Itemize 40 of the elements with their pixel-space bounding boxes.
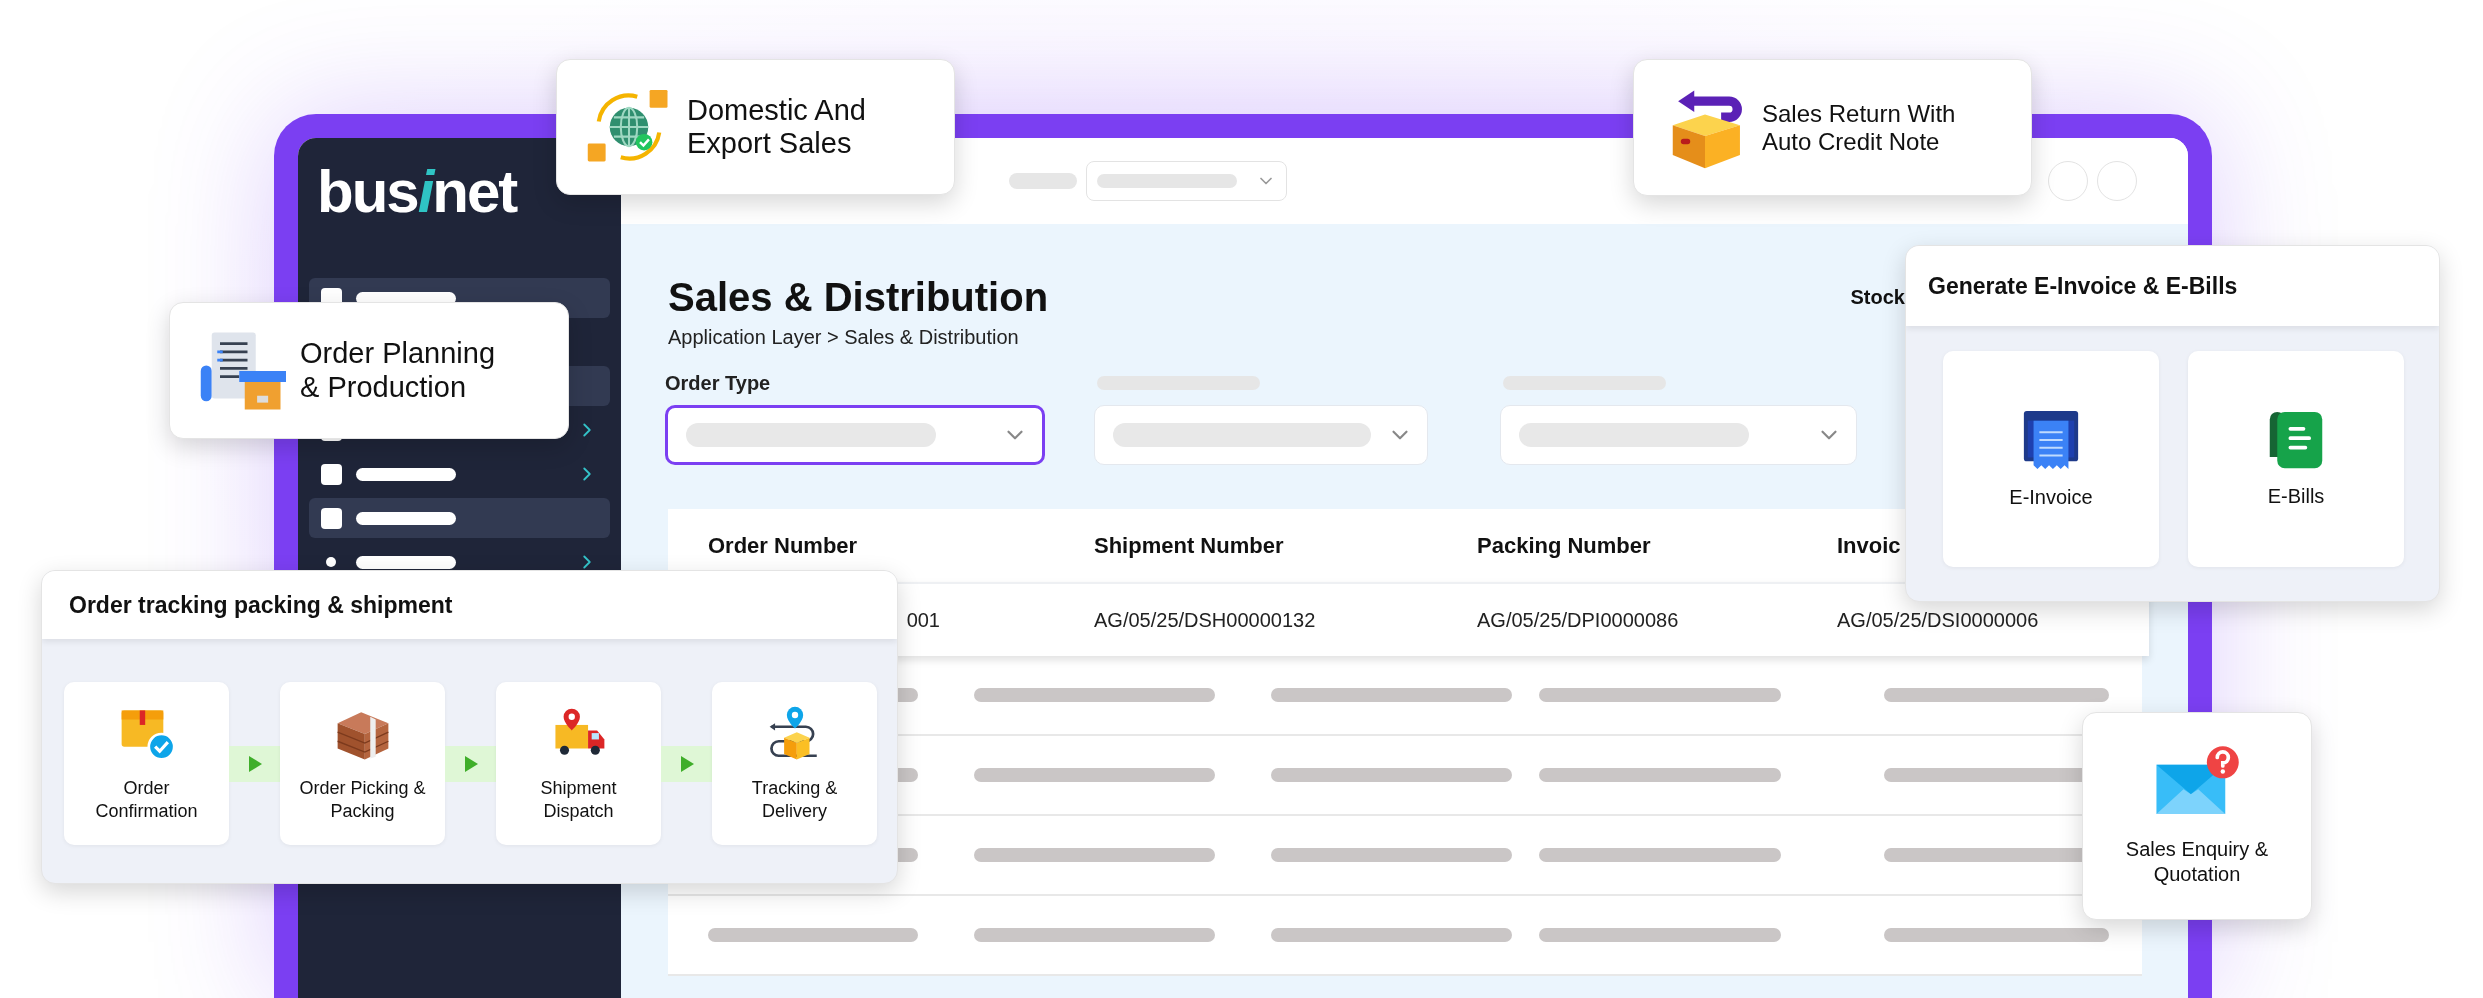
step-label: Shipment Dispatch — [540, 777, 617, 822]
table-cell-text: 001 — [905, 608, 941, 632]
stock-label: Stock — [1850, 286, 1905, 309]
step-connector — [445, 745, 496, 782]
table-cell-text: AG/05/25/DPI0000086 — [1477, 608, 1680, 632]
feature-title: Order Planning & Production — [300, 337, 496, 404]
table-cell-text: AG/05/25/DSH00000132 — [1094, 608, 1317, 632]
step-tile[interactable]: Order Confirmation — [64, 682, 229, 845]
option-label: E-Bills — [2267, 483, 2325, 509]
column-header: Shipment Number — [1094, 532, 1285, 559]
square-icon — [321, 507, 342, 529]
step-connector — [229, 745, 280, 782]
step-tile[interactable]: Tracking & Delivery — [712, 682, 877, 845]
feature-title: Sales Enquiry & Quotation — [2125, 837, 2269, 887]
feature-title: Sales Return With Auto Credit Note — [1762, 99, 1956, 156]
column-header: Order Number — [708, 532, 859, 559]
sidebar-item[interactable] — [309, 498, 610, 538]
square-icon — [321, 463, 342, 485]
select-field[interactable] — [665, 405, 1045, 465]
card-title: Generate E-Invoice & E-Bills — [1928, 272, 2238, 300]
column-header: Invoic — [1837, 532, 1902, 559]
option-label: E-Invoice — [2009, 484, 2093, 510]
step-tile[interactable]: Order Picking & Packing — [280, 682, 445, 845]
option-tile[interactable]: E-Bills — [2188, 351, 2404, 567]
step-connector — [661, 745, 712, 782]
filter-label: Order Type — [665, 371, 772, 395]
step-label: Order Picking & Packing — [299, 777, 426, 822]
option-tile[interactable]: E-Invoice — [1943, 351, 2159, 567]
breadcrumb: Application Layer > Sales & Distribution — [668, 326, 1020, 349]
card-title: Order tracking packing & shipment — [69, 591, 453, 619]
step-label: Order Confirmation — [95, 777, 198, 822]
feature-title: Domestic And Export Sales — [687, 93, 866, 161]
page-title: Sales & Distribution — [668, 274, 1049, 321]
step-tile[interactable]: Shipment Dispatch — [496, 682, 661, 845]
logo: businet — [316, 160, 518, 224]
skeleton-bar — [1009, 173, 1077, 189]
column-header: Packing Number — [1477, 532, 1652, 559]
dot-icon — [326, 557, 336, 567]
step-label: Tracking & Delivery — [751, 777, 838, 822]
table-cell-text: AG/05/25/DSI0000006 — [1837, 608, 2040, 632]
